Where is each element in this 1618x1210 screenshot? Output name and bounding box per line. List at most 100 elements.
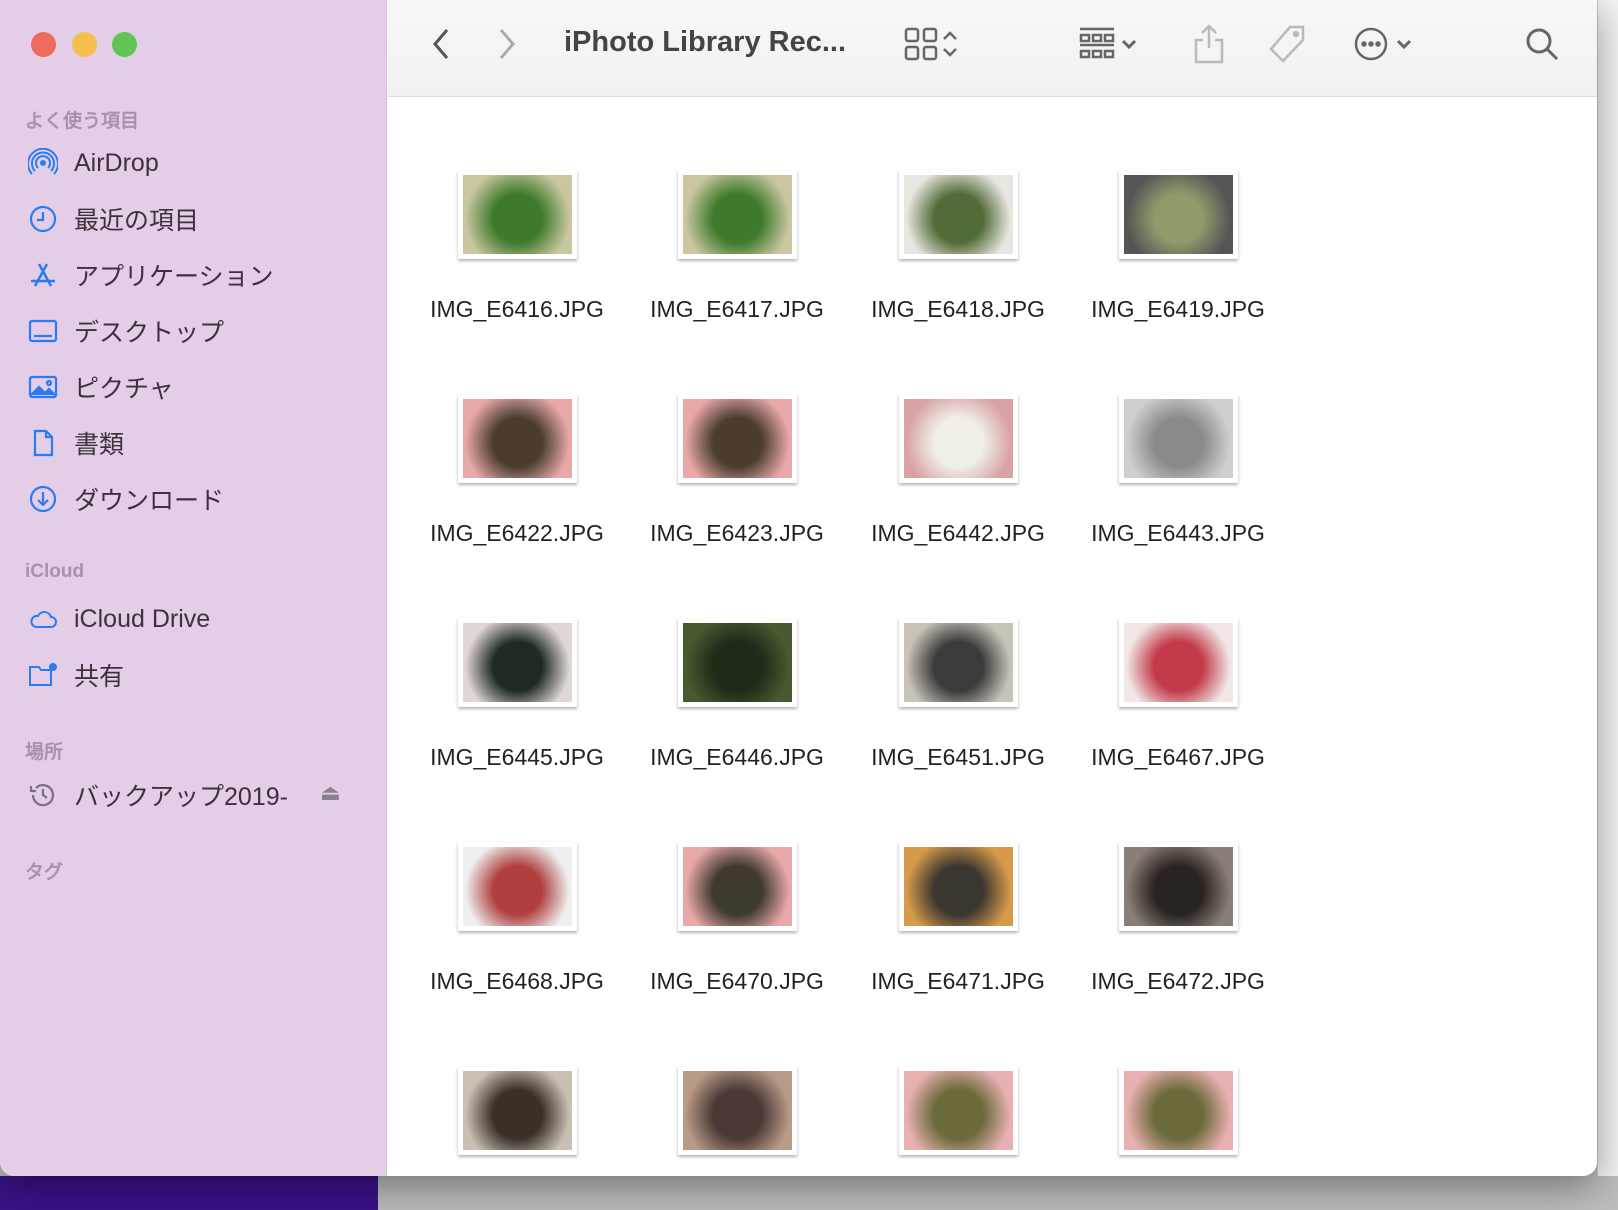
file-item[interactable]: IMG_E6445.JPG: [417, 618, 617, 771]
file-item[interactable]: IMG_E6442.JPG: [858, 394, 1058, 547]
file-thumbnail: [898, 618, 1018, 707]
thumbnail-image: [903, 623, 1013, 702]
file-name: IMG_E6418.JPG: [871, 296, 1045, 322]
thumbnail-image: [462, 399, 572, 478]
tags-header: タグ: [25, 862, 64, 883]
file-item[interactable]: IMG_E6419.JPG: [1078, 170, 1278, 323]
file-item[interactable]: IMG_E6451.JPG: [858, 618, 1058, 771]
sidebar-item-label: ピクチャ: [74, 375, 174, 403]
file-name: IMG_E6472.JPG: [1091, 968, 1265, 994]
thumbnail-image: [682, 399, 792, 478]
file-name: IMG_E6471.JPG: [871, 968, 1045, 994]
file-item[interactable]: IMG_E6418.JPG: [858, 170, 1058, 323]
file-item[interactable]: [858, 1066, 1058, 1155]
file-item[interactable]: IMG_E6470.JPG: [637, 842, 837, 995]
sidebar-item-shared[interactable]: 共有: [28, 655, 124, 695]
file-item[interactable]: IMG_E6467.JPG: [1078, 618, 1278, 771]
file-item[interactable]: IMG_E6417.JPG: [637, 170, 837, 323]
file-name: IMG_E6445.JPG: [430, 744, 604, 770]
file-thumbnail: [677, 170, 797, 259]
file-item[interactable]: IMG_E6423.JPG: [637, 394, 837, 547]
file-name: IMG_E6443.JPG: [1091, 520, 1265, 546]
file-name: IMG_E6416.JPG: [430, 296, 604, 322]
zoom-button[interactable]: [112, 32, 137, 57]
download-icon: [29, 485, 57, 513]
thumbnail-image: [903, 399, 1013, 478]
sidebar-item-recents[interactable]: 最近の項目: [28, 199, 199, 239]
file-thumbnail: [1118, 394, 1238, 483]
tag-button[interactable]: [1268, 24, 1308, 64]
file-thumbnail: [457, 842, 577, 931]
sidebar-item-label: デスクトップ: [74, 319, 225, 347]
file-item[interactable]: [1078, 1066, 1278, 1155]
pictures-icon: [28, 375, 58, 399]
toolbar: iPhoto Library Rec...: [388, 0, 1597, 97]
file-name: IMG_E6446.JPG: [650, 744, 824, 770]
locations-header: 場所: [25, 742, 64, 763]
sidebar-item-downloads[interactable]: ダウンロード: [28, 479, 224, 519]
file-item[interactable]: IMG_E6446.JPG: [637, 618, 837, 771]
thumbnail-image: [462, 847, 572, 926]
file-name: IMG_E6467.JPG: [1091, 744, 1265, 770]
file-thumbnail: [1118, 170, 1238, 259]
file-thumbnail: [677, 618, 797, 707]
sidebar: よく使う項目 AirDrop 最近の項目 アプリケーション デスクトップ ピクチ…: [0, 0, 387, 1176]
file-item[interactable]: [637, 1066, 837, 1155]
search-icon: [1526, 28, 1559, 61]
thumbnail-image: [1123, 623, 1233, 702]
file-item[interactable]: IMG_E6443.JPG: [1078, 394, 1278, 547]
sidebar-item-label: AirDrop: [74, 148, 159, 177]
file-item[interactable]: IMG_E6468.JPG: [417, 842, 617, 995]
view-mode-button[interactable]: [904, 24, 962, 64]
file-name: IMG_E6422.JPG: [430, 520, 604, 546]
file-name: IMG_E6468.JPG: [430, 968, 604, 994]
sidebar-item-backup[interactable]: バックアップ2019-: [28, 775, 288, 815]
file-item[interactable]: [417, 1066, 617, 1155]
chevron-updown-icon: [943, 31, 957, 57]
file-name: IMG_E6417.JPG: [650, 296, 824, 322]
sidebar-item-desktop[interactable]: デスクトップ: [28, 311, 224, 351]
file-thumbnail: [457, 1066, 577, 1155]
thumbnail-image: [682, 175, 792, 254]
file-item[interactable]: IMG_E6471.JPG: [858, 842, 1058, 995]
file-thumbnail: [677, 394, 797, 483]
icloud-header: iCloud: [25, 561, 85, 582]
file-name: IMG_E6451.JPG: [871, 744, 1045, 770]
sidebar-item-label: バックアップ2019-: [74, 783, 288, 811]
search-button[interactable]: [1524, 24, 1560, 64]
more-actions-button[interactable]: [1353, 24, 1419, 64]
sidebar-item-pictures[interactable]: ピクチャ: [28, 367, 174, 407]
file-thumbnail: [457, 618, 577, 707]
file-item[interactable]: IMG_E6416.JPG: [417, 170, 617, 323]
sidebar-item-documents[interactable]: 書類: [28, 423, 124, 463]
file-thumbnail: [677, 842, 797, 931]
sidebar-item-applications[interactable]: アプリケーション: [28, 255, 274, 295]
thumbnail-image: [1123, 847, 1233, 926]
group-icon: [1079, 27, 1115, 59]
applications-icon: [31, 263, 55, 287]
sidebar-item-airdrop[interactable]: AirDrop: [28, 143, 159, 183]
thumbnail-image: [903, 847, 1013, 926]
time-machine-icon: [29, 784, 55, 807]
thumbnail-image: [903, 175, 1013, 254]
back-button[interactable]: [430, 24, 452, 64]
file-thumbnail: [1118, 842, 1238, 931]
chevron-down-icon: [1396, 39, 1412, 50]
group-button[interactable]: [1078, 24, 1142, 64]
forward-button[interactable]: [496, 24, 518, 64]
airdrop-icon: [28, 148, 58, 175]
share-icon: [1194, 24, 1224, 64]
thumbnail-image: [682, 623, 792, 702]
share-button[interactable]: [1192, 24, 1226, 64]
sidebar-item-icloud-drive[interactable]: iCloud Drive: [28, 599, 210, 639]
file-item[interactable]: IMG_E6422.JPG: [417, 394, 617, 547]
minimize-button[interactable]: [72, 32, 97, 57]
eject-icon[interactable]: ⏏: [320, 780, 341, 806]
thumbnail-image: [462, 175, 572, 254]
close-button[interactable]: [31, 32, 56, 57]
file-thumbnail: [1118, 618, 1238, 707]
thumbnail-image: [682, 847, 792, 926]
file-item[interactable]: IMG_E6472.JPG: [1078, 842, 1278, 995]
file-name: IMG_E6470.JPG: [650, 968, 824, 994]
thumbnail-image: [462, 1071, 572, 1150]
